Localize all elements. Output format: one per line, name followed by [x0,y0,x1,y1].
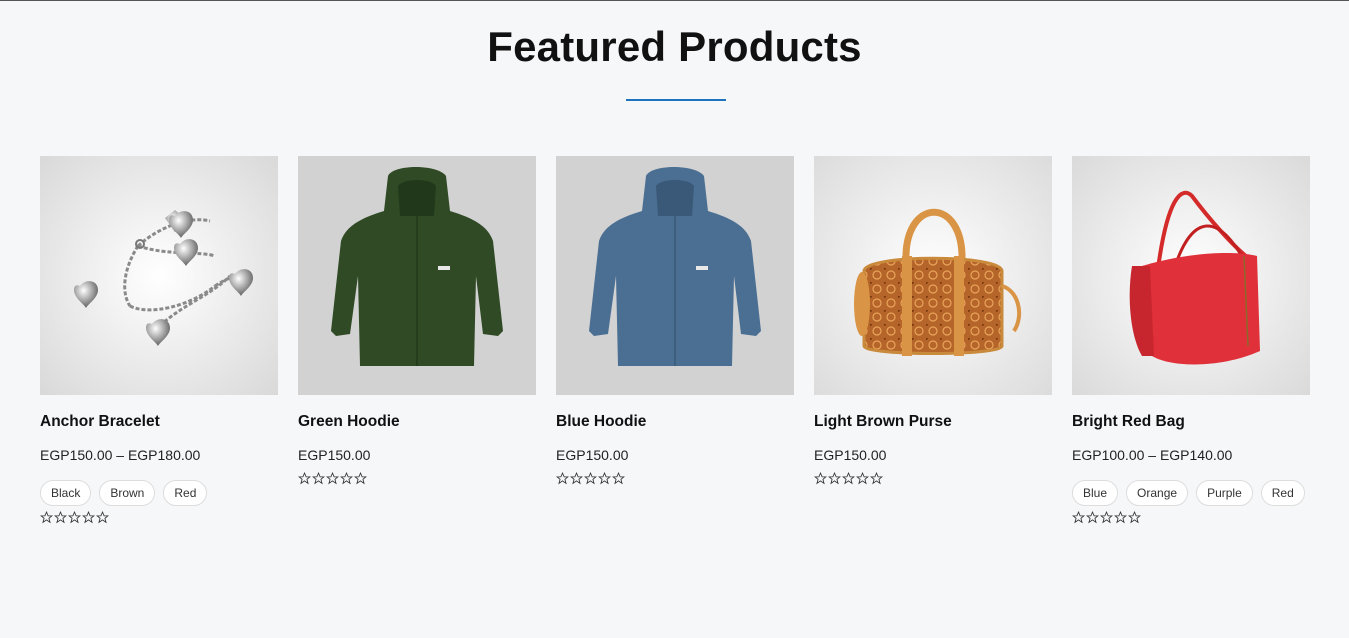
star-icon [312,472,325,485]
product-image-bracelet[interactable] [40,156,278,395]
product-name[interactable]: Light Brown Purse [814,413,1052,431]
star-icon [842,472,855,485]
product-price: EGP100.00 – EGP140.00 [1072,447,1233,463]
product-name[interactable]: Bright Red Bag [1072,413,1310,431]
star-icon [1072,511,1085,524]
variation-swatches: Black Brown Red [40,480,278,506]
swatch-orange[interactable]: Orange [1126,480,1189,506]
product-price: EGP150.00 [814,447,887,463]
product-card: Green Hoodie EGP150.00 [298,156,536,524]
star-rating [814,472,1052,485]
star-icon [814,472,827,485]
star-icon [354,472,367,485]
star-icon [1100,511,1113,524]
product-card: Light Brown Purse EGP150.00 [814,156,1052,524]
product-image-red-bag[interactable] [1072,156,1310,395]
star-icon [584,472,597,485]
swatch-brown[interactable]: Brown [99,480,156,506]
star-rating [1072,511,1310,524]
product-image-blue-hoodie[interactable] [556,156,794,395]
product-image-brown-purse[interactable] [814,156,1052,395]
star-icon [96,511,109,524]
star-rating [298,472,536,485]
star-icon [40,511,53,524]
swatch-blue[interactable]: Blue [1072,480,1119,506]
product-name[interactable]: Green Hoodie [298,413,536,431]
star-rating [40,511,278,524]
star-icon [326,472,339,485]
star-icon [870,472,883,485]
swatch-black[interactable]: Black [40,480,92,506]
star-icon [556,472,569,485]
product-grid: Anchor Bracelet EGP150.00 – EGP180.00 Bl… [40,156,1310,524]
title-underline [626,99,726,101]
star-icon [828,472,841,485]
star-icon [856,472,869,485]
star-icon [570,472,583,485]
star-icon [1086,511,1099,524]
star-icon [598,472,611,485]
swatch-red[interactable]: Red [1260,480,1305,506]
star-icon [1128,511,1141,524]
variation-swatches: Blue Orange Purple Red [1072,480,1310,506]
section-title: Featured Products [487,23,862,70]
product-image-green-hoodie[interactable] [298,156,536,395]
product-name[interactable]: Anchor Bracelet [40,413,278,431]
swatch-red[interactable]: Red [163,480,208,506]
star-icon [1114,511,1127,524]
star-icon [298,472,311,485]
product-card: Bright Red Bag EGP100.00 – EGP140.00 Blu… [1072,156,1310,524]
swatch-purple[interactable]: Purple [1196,480,1253,506]
product-card: Blue Hoodie EGP150.00 [556,156,794,524]
star-icon [68,511,81,524]
product-price: EGP150.00 [556,447,629,463]
star-icon [340,472,353,485]
product-name[interactable]: Blue Hoodie [556,413,794,431]
star-icon [82,511,95,524]
star-icon [54,511,67,524]
product-card: Anchor Bracelet EGP150.00 – EGP180.00 Bl… [40,156,278,524]
star-icon [612,472,625,485]
star-rating [556,472,794,485]
product-price: EGP150.00 – EGP180.00 [40,447,201,463]
product-price: EGP150.00 [298,447,371,463]
